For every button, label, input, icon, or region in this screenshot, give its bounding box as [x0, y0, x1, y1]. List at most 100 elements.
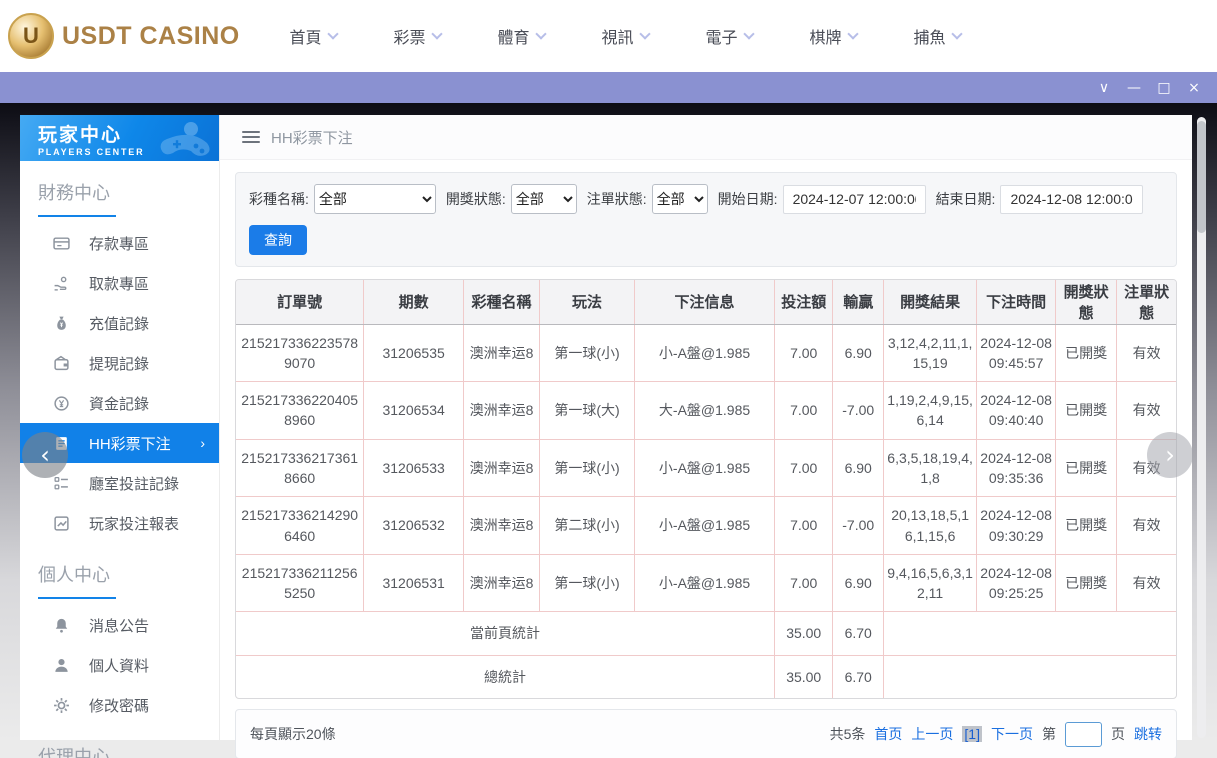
table-row: 215217336220405896031206534澳洲幸运8第一球(大)大-…	[236, 382, 1176, 440]
table-cell: 小-A盤@1.985	[635, 554, 775, 612]
table-cell: 2152173362204058960	[236, 382, 364, 440]
table-cell: 已開獎	[1056, 382, 1117, 440]
table-cell: -7.00	[833, 382, 884, 440]
bell-icon	[53, 617, 70, 634]
sidebar-item-funds-records[interactable]: 資金記錄	[20, 383, 219, 423]
nav-item-video[interactable]: 視訊	[573, 24, 677, 48]
order-status-select[interactable]: 全部	[652, 184, 708, 214]
table-cell: 第一球(大)	[540, 382, 635, 440]
table-header-row: 訂單號期數彩種名稱玩法下注信息投注額輸贏開獎結果下注時間開獎狀態注單狀態	[236, 280, 1176, 324]
sidebar-item-recharge-records[interactable]: 充值記錄	[20, 303, 219, 343]
nav-item-label: 電子	[705, 24, 737, 48]
page-number-input[interactable]	[1065, 722, 1102, 747]
summary-label: 當前頁統計	[236, 612, 775, 655]
table-cell: 小-A盤@1.985	[635, 497, 775, 555]
nav-item-sports[interactable]: 體育	[469, 24, 573, 48]
logo[interactable]: U USDT CASINO	[8, 13, 233, 59]
table-cell: 第一球(小)	[540, 324, 635, 382]
column-header: 開獎結果	[884, 280, 977, 324]
nav-item-label: 彩票	[393, 24, 425, 48]
column-header: 彩種名稱	[463, 280, 539, 324]
query-button[interactable]: 查詢	[249, 225, 307, 255]
table-cell: 6.90	[833, 439, 884, 497]
sidebar-item-label: 取款專區	[89, 273, 149, 294]
end-date-input[interactable]	[1000, 185, 1143, 214]
nav-item-fishing[interactable]: 捕魚	[885, 24, 989, 48]
scroll-right-button[interactable]: ›	[1147, 432, 1193, 478]
section-underline	[38, 215, 116, 217]
draw-status-select[interactable]: 全部	[511, 184, 577, 214]
nav-item-slots[interactable]: 電子	[677, 24, 781, 48]
table-cell: 小-A盤@1.985	[635, 439, 775, 497]
vertical-scrollbar[interactable]	[1197, 117, 1206, 738]
end-date-label: 結束日期:	[936, 189, 996, 209]
sidebar-item-announcements[interactable]: 消息公告	[20, 605, 219, 645]
nav-item-label: 棋牌	[809, 24, 841, 48]
nav-item-home[interactable]: 首頁	[261, 24, 365, 48]
summary-empty	[884, 655, 1176, 698]
sidebar-item-change-password[interactable]: 修改密碼	[20, 685, 219, 725]
first-page-link[interactable]: 首页	[874, 724, 902, 744]
wallet-out-icon	[53, 355, 70, 372]
nav-item-label: 體育	[497, 24, 529, 48]
sidebar-item-label: 資金記錄	[89, 393, 149, 414]
table-cell: 2024-12-08 09:35:36	[977, 439, 1056, 497]
column-header: 訂單號	[236, 280, 364, 324]
pagination-bar: 每頁顯示20條 共5条 首页 上一页 [1] 下一页 第 页 跳转	[235, 709, 1177, 758]
maximize-button[interactable]: □	[1149, 76, 1179, 100]
sidebar-item-profile[interactable]: 個人資料	[20, 645, 219, 685]
sidebar-item-withdraw-records[interactable]: 提現記錄	[20, 343, 219, 383]
table-cell: 2152173362173618660	[236, 439, 364, 497]
nav-item-label: 視訊	[601, 24, 633, 48]
table-cell: 澳洲幸运8	[463, 497, 539, 555]
window-titlebar: ∨—□×	[0, 72, 1217, 103]
prev-page-link[interactable]: 上一页	[911, 724, 953, 744]
next-page-link[interactable]: 下一页	[991, 724, 1033, 744]
logo-icon: U	[8, 13, 54, 59]
summary-row: 當前頁統計35.006.70	[236, 612, 1176, 655]
lottery-name-select[interactable]: 全部	[314, 184, 436, 214]
summary-empty	[884, 612, 1176, 655]
table-cell: 6.90	[833, 554, 884, 612]
summary-bet-total: 35.00	[775, 612, 833, 655]
menu-icon[interactable]	[242, 131, 260, 143]
total-count: 共5条	[830, 724, 866, 744]
jump-suffix: 页	[1111, 724, 1125, 744]
table-cell: 第二球(小)	[540, 497, 635, 555]
sidebar-item-deposit-zone[interactable]: 存款專區	[20, 223, 219, 263]
scrollbar-thumb[interactable]	[1197, 121, 1206, 233]
table-cell: 2152173362142906460	[236, 497, 364, 555]
table-cell: 7.00	[775, 324, 833, 382]
sidebar-header: 玩家中心 PLAYERS CENTER	[20, 115, 219, 161]
report-icon	[53, 515, 70, 532]
sidebar-item-withdraw-zone[interactable]: 取款專區	[20, 263, 219, 303]
app-window: U USDT CASINO 首頁 彩票 體育 視訊 電子 棋牌 捕魚 ∨—□× 玩家中心 P…	[0, 0, 1217, 758]
jump-link[interactable]: 跳转	[1134, 724, 1162, 744]
sidebar-item-player-bet-report[interactable]: 玩家投注報表	[20, 503, 219, 543]
table-cell: 澳洲幸运8	[463, 554, 539, 612]
table-cell: 澳洲幸运8	[463, 439, 539, 497]
summary-label: 總統計	[236, 655, 775, 698]
table-cell: 7.00	[775, 439, 833, 497]
column-header: 期數	[364, 280, 464, 324]
scroll-left-button[interactable]: ‹	[22, 432, 68, 478]
minimize-button[interactable]: —	[1119, 76, 1149, 100]
nav-item-chess[interactable]: 棋牌	[781, 24, 885, 48]
table-cell: 6,3,5,18,19,4,1,8	[884, 439, 977, 497]
section-heading: 個人中心	[38, 561, 219, 587]
table-cell: 2024-12-08 09:25:25	[977, 554, 1056, 612]
column-header: 投注額	[775, 280, 833, 324]
sidebar-item-label: 玩家投注報表	[89, 513, 179, 534]
table-cell: 31206533	[364, 439, 464, 497]
table-cell: 2024-12-08 09:45:57	[977, 324, 1056, 382]
table-cell: 小-A盤@1.985	[635, 324, 775, 382]
table-cell: 已開獎	[1056, 554, 1117, 612]
content-frame: 玩家中心 PLAYERS CENTER 財務中心存款專區取款專區充值記錄提現記錄…	[20, 115, 1192, 740]
draw-status-label: 開獎狀態:	[446, 189, 506, 209]
chevron-down-icon	[327, 28, 338, 39]
nav-item-lottery[interactable]: 彩票	[365, 24, 469, 48]
collapse-button[interactable]: ∨	[1089, 76, 1119, 100]
start-date-input[interactable]	[783, 185, 926, 214]
sidebar-item-label: 存款專區	[89, 233, 149, 254]
close-button[interactable]: ×	[1179, 76, 1209, 100]
